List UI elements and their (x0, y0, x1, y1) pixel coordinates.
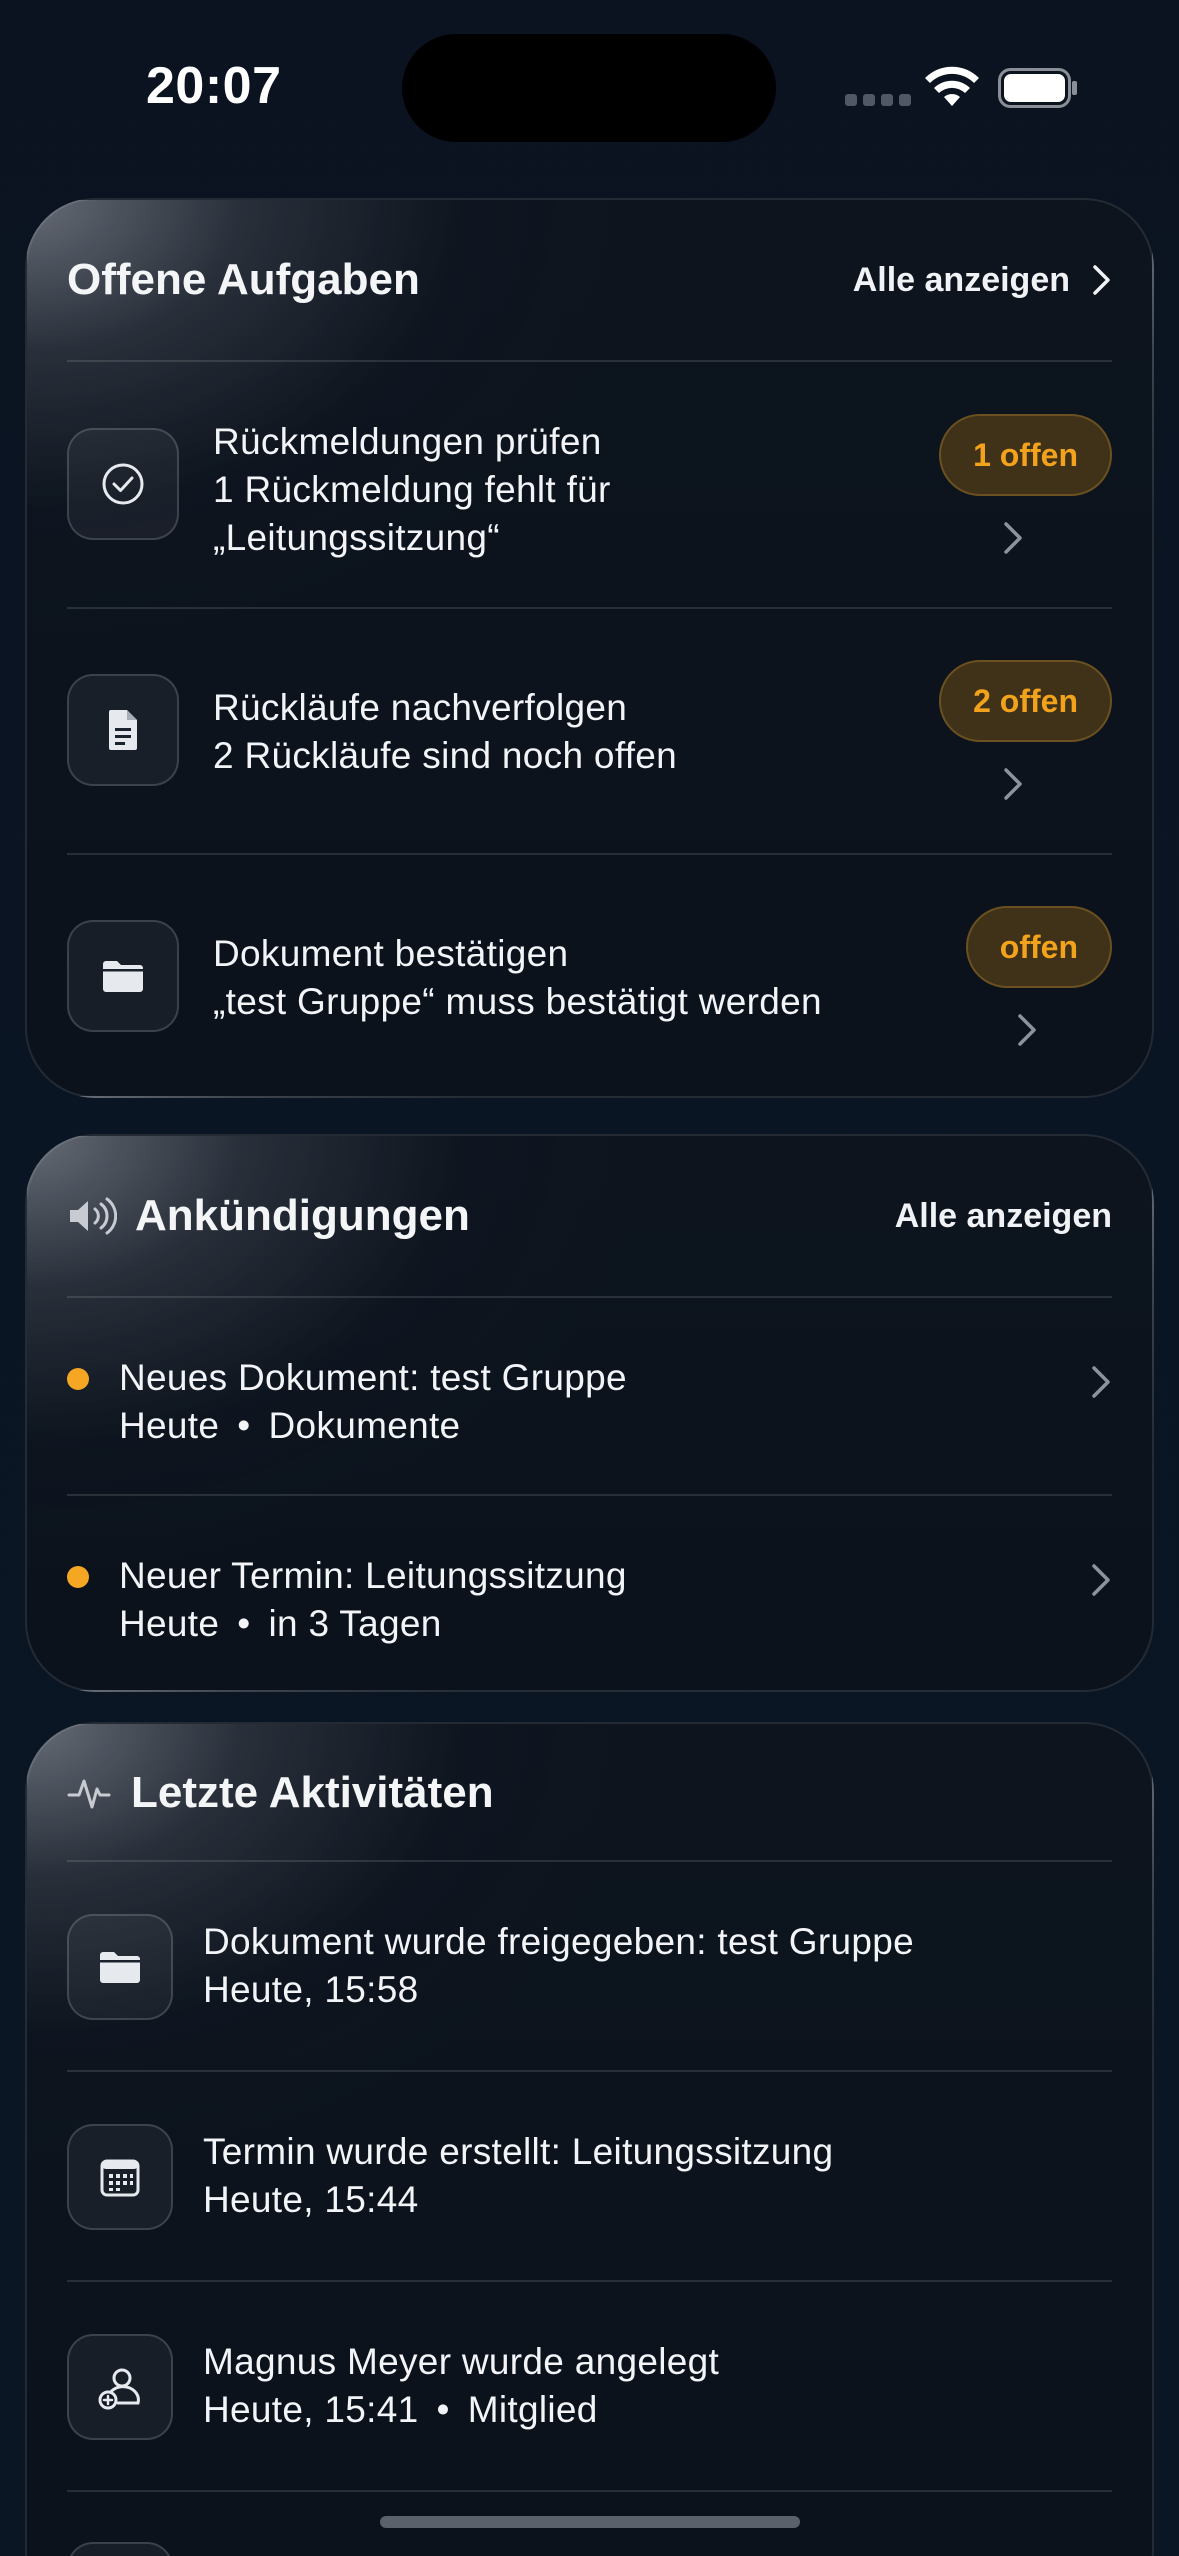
divider (67, 1860, 1112, 1862)
open-tasks-card: Offene Aufgaben Alle anzeigen Rückmeldun… (25, 198, 1154, 1098)
task-text: Rückläufe nachverfolgen 2 Rückläufe sind… (213, 687, 678, 776)
activities-header: Letzte Aktivitäten (67, 1724, 1112, 1862)
announcement-meta: Heute • Dokumente (119, 1405, 461, 1446)
chevron-right-icon (1093, 265, 1110, 295)
status-badge: 1 offen (939, 414, 1112, 496)
chevron-right-icon (1004, 768, 1022, 800)
cellular-signal-icon (845, 94, 911, 106)
activity-icon-box (67, 2542, 173, 2556)
checkmark-circle-icon (102, 463, 144, 505)
home-indicator[interactable] (380, 2516, 800, 2528)
status-time: 20:07 (146, 57, 282, 115)
announcement-text: Neues Dokument: test Gruppe Heute • Dokume… (119, 1354, 627, 1450)
chevron-right-icon (1018, 1014, 1036, 1046)
divider (67, 1296, 1112, 1298)
chevron-right-icon (1092, 1564, 1110, 1596)
announcement-text: Neuer Termin: Leitungssitzung Heute • in 3… (119, 1552, 627, 1648)
open-tasks-show-all-link[interactable]: Alle anzeigen (853, 261, 1112, 300)
task-icon-box (67, 674, 179, 786)
unread-dot (67, 1368, 89, 1390)
activity-icon-box (67, 2334, 173, 2440)
unread-dot (67, 1566, 89, 1588)
divider (67, 607, 1112, 609)
divider (67, 853, 1112, 855)
chevron-right-icon (1004, 522, 1022, 554)
activity-text: Dokument wurde freigegeben: test Gruppe … (203, 1921, 914, 2010)
activity-icon-box (67, 1914, 173, 2020)
divider (67, 1494, 1112, 1496)
announcements-title: Ankündigungen (135, 1191, 470, 1240)
document-icon (109, 710, 137, 750)
task-icon-box (67, 920, 179, 1032)
announcements-header: Ankündigungen Alle anzeigen (67, 1136, 1112, 1296)
divider (67, 360, 1112, 362)
activity-pulse-icon (67, 1779, 111, 1809)
dynamic-island (402, 34, 776, 142)
status-badge: offen (965, 906, 1112, 988)
chevron-right-icon (1092, 1366, 1110, 1398)
task-text: Dokument bestätigen „test Gruppe“ muss b… (213, 933, 822, 1022)
wifi-icon (925, 66, 979, 106)
divider (67, 2280, 1112, 2282)
activity-text: Magnus Meyer wurde angelegt Heute, 15:41… (203, 2338, 719, 2434)
announcement-meta: Heute • in 3 Tagen (119, 1603, 442, 1644)
divider (67, 2070, 1112, 2072)
folder-icon (103, 961, 143, 992)
status-bar: 20:07 (0, 0, 1179, 170)
activities-card: Letzte Aktivitäten Dokument wurde freige… (25, 1722, 1154, 2556)
activity-meta: Heute, 15:41 • Mitglied (203, 2389, 598, 2430)
open-tasks-header: Offene Aufgaben Alle anzeigen (67, 200, 1112, 360)
add-person-icon (98, 2368, 140, 2410)
calendar-icon (100, 2159, 140, 2197)
battery-icon (998, 68, 1077, 108)
status-badge: 2 offen (939, 660, 1112, 742)
announcements-show-all-link[interactable]: Alle anzeigen (895, 1197, 1112, 1236)
activity-text: Termin wurde erstellt: Leitungssitzung H… (203, 2131, 834, 2220)
activity-text: Ein Benutzer wurde bestätigt (203, 2548, 684, 2556)
folder-icon (100, 1952, 140, 1983)
speaker-icon (70, 1197, 117, 1235)
divider (67, 2490, 1112, 2492)
task-icon-box (67, 428, 179, 540)
activities-title: Letzte Aktivitäten (131, 1768, 494, 1817)
announcements-card: Ankündigungen Alle anzeigen Neues Dokume… (25, 1134, 1154, 1692)
activity-icon-box (67, 2124, 173, 2230)
task-text: Rückmeldungen prüfen 1 Rückmeldung fehlt… (213, 421, 611, 558)
open-tasks-title: Offene Aufgaben (67, 255, 420, 304)
